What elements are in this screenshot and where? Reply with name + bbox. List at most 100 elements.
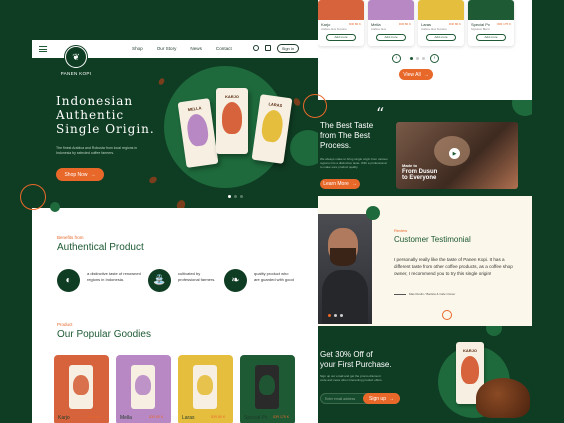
watering-can-icon: ⛲ — [148, 269, 171, 292]
add-more-label: Add more — [334, 35, 348, 39]
testimonial-section: Review Customer Testimonial I personally… — [318, 196, 532, 326]
product-card[interactable] — [116, 355, 171, 423]
orange-circle-deco — [442, 310, 452, 320]
product-name: Mella — [120, 415, 132, 421]
add-more-button[interactable]: Add more — [376, 34, 406, 41]
hero-dots — [228, 195, 243, 198]
nav-item-contact[interactable]: Contact — [216, 46, 232, 51]
coffee-bean-icon: ◐ — [57, 269, 80, 292]
play-icon[interactable]: ▶ — [449, 148, 460, 159]
product-card[interactable]: Mella IDR 80 K Arabica Java Add more — [368, 0, 414, 46]
bag-art — [185, 112, 210, 148]
cart-icon[interactable] — [265, 45, 271, 51]
add-more-label: Add more — [384, 35, 398, 39]
product-price: IDR 80 K — [87, 415, 102, 419]
signup-button[interactable]: Sign up → — [363, 393, 400, 404]
hero-bag-label: LARAS — [268, 101, 283, 109]
coffee-beans-pile — [476, 378, 530, 418]
brand-logo[interactable]: ❦ PANEN KOPI — [56, 46, 96, 82]
product-card[interactable] — [178, 355, 233, 423]
add-more-label: Add more — [434, 35, 448, 39]
add-more-label: Add more — [484, 35, 498, 39]
product-name: Karjo — [58, 415, 70, 421]
benefits-section: Benefits from Authentical Product ◐ a dis… — [32, 208, 318, 318]
leaf-icon: ❧ — [224, 269, 247, 292]
product-card[interactable] — [240, 355, 295, 423]
product-image — [318, 0, 364, 20]
bag-art — [260, 108, 285, 144]
orange-circle-deco — [303, 94, 327, 118]
process-video[interactable]: ▶ Made to From Dusun to Everyone — [396, 122, 518, 189]
email-placeholder: Enter email address — [325, 396, 356, 401]
product-sub: Arabica Java Sumatra — [321, 28, 347, 31]
product-price: IDR 80 K — [149, 415, 164, 419]
product-image — [418, 0, 464, 20]
benefits-eyebrow: Benefits from — [57, 235, 84, 240]
popular-section: Product Our Popular Goodies Karjo IDR 80 … — [32, 318, 318, 423]
promo-title: Get 30% Off of your First Purchase. — [320, 350, 392, 370]
bag-art — [197, 375, 213, 395]
product-bag — [69, 365, 93, 409]
product-bag — [255, 365, 279, 409]
benefits-title: Authentical Product — [57, 242, 144, 253]
add-more-button[interactable]: Add more — [426, 34, 456, 41]
green-circle-deco — [486, 326, 502, 336]
product-card[interactable] — [54, 355, 109, 423]
product-bag — [193, 365, 217, 409]
coffee-bean-icon — [175, 198, 187, 208]
search-icon[interactable] — [253, 45, 259, 51]
hero-subtitle: The finest Arabica and Robusta from loca… — [56, 146, 138, 155]
product-price: IDR 80 K — [398, 22, 411, 26]
main-page: Shop Our Story News Contact Sign In Indones… — [32, 40, 318, 423]
nav-item-shop[interactable]: Shop — [132, 46, 143, 51]
view-all-label: View All — [403, 71, 421, 78]
hero-title-3: Single Origin. — [56, 122, 155, 136]
nav-item-news[interactable]: News — [190, 46, 202, 51]
learn-more-button[interactable]: Learn More → — [320, 179, 360, 189]
process-section: “ The Best Taste from The Best Process. … — [318, 100, 532, 196]
arrow-right-icon: → — [388, 395, 394, 402]
carousel-next[interactable]: › — [430, 54, 439, 63]
process-text: We always make to bring single origin fr… — [320, 157, 388, 169]
carousel-prev[interactable]: ‹ — [392, 54, 401, 63]
product-image — [468, 0, 514, 20]
shop-now-button[interactable]: Shop Now → — [56, 168, 104, 181]
product-card[interactable]: Laras IDR 80 K Arabica Java Sumatra Add mor… — [418, 0, 464, 46]
nav: Shop Our Story News Contact — [132, 46, 232, 51]
arrow-right-icon: → — [351, 181, 357, 187]
product-name: Laras — [421, 22, 432, 27]
testimonial-author: Mas Ruslin / Barista & Cafe Owner — [394, 292, 455, 296]
video-caption-3: to Everyone — [402, 175, 437, 181]
testimonial-quote: I personally really like the taste of Pa… — [394, 257, 513, 276]
product-bag — [131, 365, 155, 409]
product-name: Special Px — [471, 22, 490, 27]
product-card[interactable]: Special Px IDR 175 K Signature Blend Add mo… — [468, 0, 514, 46]
signup-label: Sign up — [369, 395, 386, 402]
hero-bag-label: KARJO — [224, 94, 239, 99]
hero-title-1: Indonesian — [56, 94, 134, 108]
testimonial-photo — [318, 214, 372, 324]
hero-title: Indonesian Authentic Single Origin. — [56, 94, 155, 136]
add-more-button[interactable]: Add more — [326, 34, 356, 41]
product-image — [368, 0, 414, 20]
product-name: Karjo — [321, 22, 331, 27]
promo-title-1: Get 30% Off of — [320, 350, 373, 359]
benefit-text: cultivated by professional farmers. — [178, 271, 216, 282]
signin-label: Sign In — [281, 46, 295, 51]
benefit-text: a distinctive taste of renowned regions … — [87, 271, 141, 282]
green-circle-deco — [366, 206, 380, 220]
product-price: IDR 175 K — [497, 22, 511, 26]
arrow-right-icon: → — [423, 71, 429, 78]
product-price: IDR 80 K — [448, 22, 461, 26]
hero-bag-label: MELLA — [187, 105, 202, 113]
view-all-button[interactable]: View All → — [399, 69, 433, 80]
menu-icon[interactable] — [39, 46, 47, 52]
add-more-button[interactable]: Add more — [476, 34, 506, 41]
product-card[interactable]: Karjo IDR 80 K Arabica Java Sumatra Add mor… — [318, 0, 364, 46]
nav-item-our-story[interactable]: Our Story — [157, 46, 177, 51]
signin-button[interactable]: Sign In — [277, 44, 299, 53]
popular-eyebrow: Product — [57, 322, 73, 327]
testimonial-eyebrow: Review — [394, 228, 408, 233]
orange-circle-deco — [20, 184, 46, 210]
promo-title-2: your First Purchase. — [320, 360, 392, 369]
